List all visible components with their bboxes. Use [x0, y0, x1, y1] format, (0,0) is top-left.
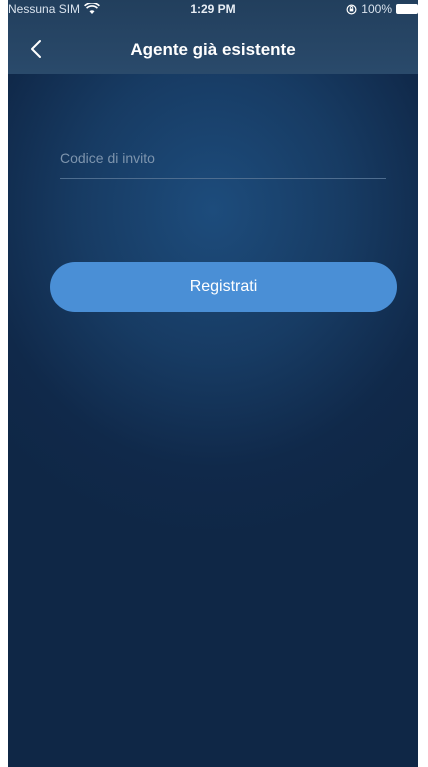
status-bar: Nessuna SIM 1:29 PM 100% [8, 0, 418, 20]
orientation-lock-icon [346, 3, 357, 15]
battery-icon [396, 4, 418, 14]
nav-bar: Agente già esistente [8, 28, 418, 72]
invite-code-input[interactable] [60, 138, 386, 179]
app-screen: Nessuna SIM 1:29 PM 100% Agente già esis… [8, 0, 418, 767]
battery-percent: 100% [361, 2, 392, 16]
header: Nessuna SIM 1:29 PM 100% Agente già esis… [8, 0, 418, 74]
page-title: Agente già esistente [130, 40, 296, 59]
register-button[interactable]: Registrati [50, 262, 397, 312]
battery-status: 100% [346, 2, 418, 16]
